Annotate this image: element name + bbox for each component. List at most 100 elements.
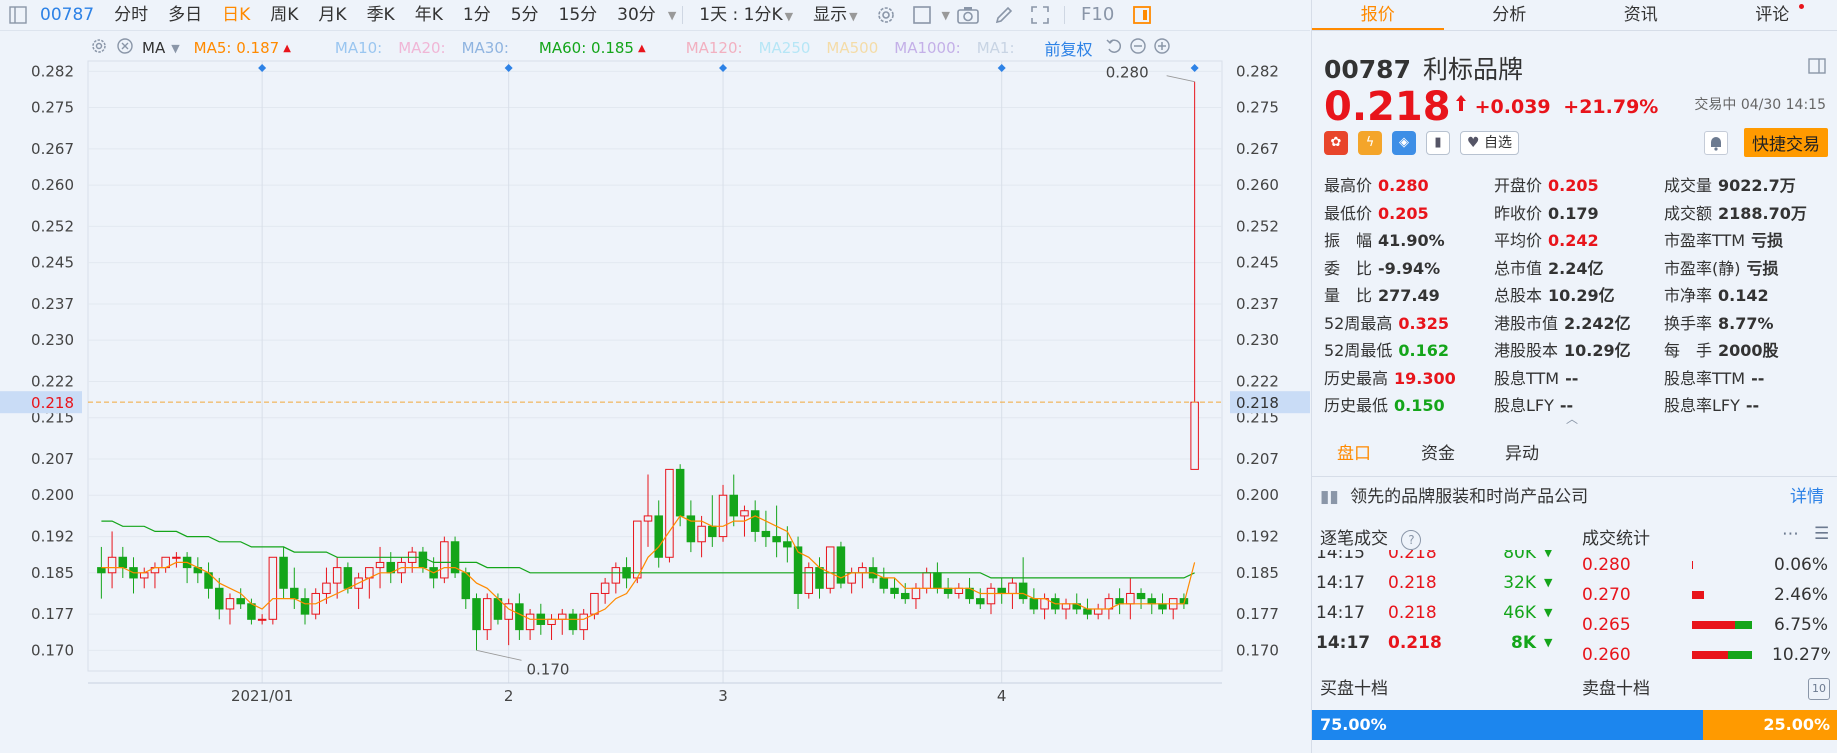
orderbook-header: 买盘十档 卖盘十档 10 <box>1312 670 1837 708</box>
candle-body <box>1190 401 1199 470</box>
tab-capital[interactable]: 资金 <box>1396 432 1480 476</box>
panel-toggle-icon[interactable] <box>1131 4 1153 26</box>
candle-body <box>257 618 267 621</box>
more-icon[interactable]: ⋯ <box>1782 524 1799 544</box>
hk-flag-icon[interactable]: ✿ <box>1324 131 1348 155</box>
tab-15min[interactable]: 15分 <box>549 0 608 30</box>
pencil-icon[interactable] <box>993 4 1015 26</box>
levels-icon[interactable]: 10 <box>1808 678 1830 700</box>
candlestick-chart[interactable]: 0.282 0.275 0.267 0.260 0.252 0.245 0.237 0.230… <box>0 31 1310 753</box>
tab-quarterly-k[interactable]: 季K <box>357 0 405 30</box>
fullscreen-icon[interactable] <box>1029 4 1051 26</box>
quick-trade-button[interactable]: 快捷交易 <box>1744 128 1828 157</box>
candle-body <box>718 494 728 538</box>
annotation-leader <box>1166 75 1195 83</box>
candle-body <box>986 587 996 605</box>
sidebar-toggle-icon[interactable] <box>7 4 29 26</box>
candle-body <box>322 582 331 594</box>
tab-weekly-k[interactable]: 周K <box>260 0 308 30</box>
bookmark-icon[interactable]: ▮ <box>1426 131 1450 155</box>
event-marker-icon <box>997 64 1006 72</box>
stat-bar <box>1692 621 1772 629</box>
tab-1min[interactable]: 1分 <box>453 0 501 30</box>
stat-price: 0.265 <box>1582 615 1631 635</box>
candle-body <box>1147 598 1157 605</box>
stat-cell: 市净率 0.142 <box>1664 282 1834 310</box>
tab-5min[interactable]: 5分 <box>501 0 549 30</box>
candle-body <box>107 556 117 574</box>
lightning-icon[interactable]: ϟ <box>1358 131 1382 155</box>
low-annotation: 0.170 <box>527 660 570 678</box>
collapse-panel-icon[interactable] <box>1808 58 1826 78</box>
gear-icon[interactable] <box>875 4 897 26</box>
candle-body <box>783 541 792 548</box>
detail-link[interactable]: 详情 <box>1790 480 1824 514</box>
event-marker-icon <box>504 64 513 72</box>
stat-value: 0.150 <box>1394 396 1445 415</box>
chevron-down-icon[interactable]: ▼ <box>668 9 676 22</box>
stat-cell: 港股市值 2.242亿 <box>1494 310 1664 338</box>
sell-book-title: 卖盘十档 <box>1582 679 1650 699</box>
stat-value: 0.179 <box>1548 203 1599 223</box>
stat-value: 0.205 <box>1548 176 1599 195</box>
down-arrow-icon: ▼ <box>1544 550 1553 559</box>
tab-monthly-k[interactable]: 月K <box>308 0 356 30</box>
book-icon: ▮▮ <box>1320 487 1339 507</box>
candle-body <box>943 587 953 594</box>
candle-body <box>568 613 578 631</box>
bell-icon[interactable] <box>1704 131 1728 155</box>
buy-book-title: 买盘十档 <box>1320 679 1388 699</box>
tab-yearly-k[interactable]: 年K <box>405 0 453 30</box>
stat-value: 亏损 <box>1751 231 1784 250</box>
tab-comments-label: 评论 <box>1755 5 1790 25</box>
toolbar-stock-code[interactable]: 00787 <box>36 5 104 25</box>
f10-button[interactable]: F10 <box>1071 0 1124 30</box>
candle-body <box>290 587 299 600</box>
layout-square-icon[interactable] <box>911 4 933 26</box>
stat-label: 股息率LFY <box>1664 396 1740 415</box>
y-tick-label: 0.170 <box>31 641 74 659</box>
period-select[interactable]: 1天 : 1分K ▼ <box>689 0 803 30</box>
stat-cell: 最低价 0.205 <box>1324 200 1494 228</box>
camera-icon[interactable] <box>957 4 979 26</box>
tab-orderbook[interactable]: 盘口 <box>1312 432 1396 476</box>
tab-30min[interactable]: 30分 <box>607 0 666 30</box>
event-markers <box>258 64 1199 72</box>
display-menu[interactable]: 显示 ▼ <box>803 0 867 30</box>
tab-intraday[interactable]: 分时 <box>104 0 158 30</box>
trade-row: 14:17 0.218 46K ▼ <box>1316 598 1556 628</box>
chevron-down-icon[interactable]: ▼ <box>942 9 950 22</box>
plot-border <box>87 60 1223 672</box>
tab-daily-k[interactable]: 日K <box>212 0 260 30</box>
buy-sell-ratio: 75.00% 25.00% <box>1312 710 1837 740</box>
stat-label: 振 幅 <box>1324 231 1373 250</box>
tab-analysis[interactable]: 分析 <box>1444 0 1576 30</box>
help-icon[interactable]: ? <box>1401 530 1422 550</box>
quote-panel: 报价 分析 资讯 评论 00787 利标品牌 0.218 +0.039 +21.7… <box>1311 0 1837 753</box>
stat-header: 成交统计 ⋯ ☰ <box>1582 524 1829 549</box>
candle-body <box>97 567 106 574</box>
tab-news[interactable]: 资讯 <box>1575 0 1707 30</box>
candle-body <box>740 510 749 517</box>
stat-percent: 2.46% <box>1773 585 1828 605</box>
candle-body <box>1093 608 1103 615</box>
tab-movement[interactable]: 异动 <box>1480 432 1564 476</box>
candle-body <box>911 587 921 600</box>
candle-body <box>825 546 835 589</box>
high-annotation: 0.280 <box>1106 64 1149 82</box>
price-stat-row: 0.280 0.06% <box>1582 550 1830 580</box>
stat-value: 2.24亿 <box>1548 258 1604 278</box>
tab-quote[interactable]: 报价 <box>1312 0 1444 30</box>
list-icon[interactable]: ☰ <box>1814 524 1829 544</box>
stat-value: -9.94% <box>1378 258 1441 278</box>
add-favorite-button[interactable]: ♥ 自选 <box>1460 131 1520 155</box>
trade-price: 0.218 <box>1388 550 1437 563</box>
tab-comments[interactable]: 评论 <box>1707 0 1837 30</box>
quote-tabs: 报价 分析 资讯 评论 <box>1312 0 1837 31</box>
tab-multiday[interactable]: 多日 <box>158 0 212 30</box>
trades-header: 逐笔成交 ? <box>1320 524 1422 550</box>
tag-icon[interactable]: ◈ <box>1392 131 1416 155</box>
collapse-up-icon[interactable]: ︿ <box>1566 410 1578 427</box>
trade-time: 14:17 <box>1316 573 1365 593</box>
stat-cell: 换手率 8.77% <box>1664 310 1834 338</box>
